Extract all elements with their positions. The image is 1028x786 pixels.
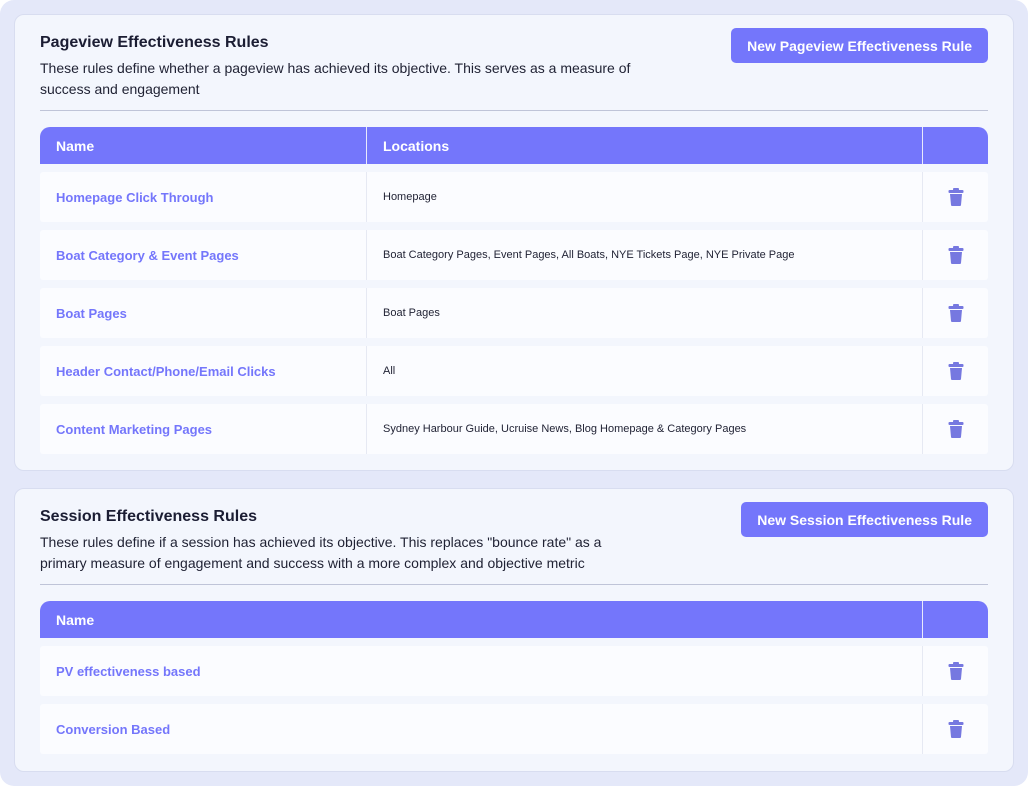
session-rules-table: Name PV effectiveness based Conversion B… bbox=[40, 601, 988, 754]
new-pageview-rule-button[interactable]: New Pageview Effectiveness Rule bbox=[731, 28, 988, 63]
rule-name-link[interactable]: Conversion Based bbox=[56, 722, 170, 737]
rule-locations: Homepage bbox=[383, 191, 437, 203]
rule-name-link[interactable]: PV effectiveness based bbox=[56, 664, 201, 679]
table-header: Name Locations bbox=[40, 127, 988, 164]
trash-icon[interactable] bbox=[948, 420, 964, 438]
rule-name-link[interactable]: Boat Category & Event Pages bbox=[56, 248, 239, 263]
column-header-actions bbox=[922, 127, 988, 164]
trash-icon[interactable] bbox=[948, 304, 964, 322]
table-row: Homepage Click Through Homepage bbox=[40, 172, 988, 222]
table-row: Content Marketing Pages Sydney Harbour G… bbox=[40, 404, 988, 454]
pageview-rules-title: Pageview Effectiveness Rules bbox=[40, 34, 269, 51]
divider bbox=[40, 110, 988, 111]
rule-locations: Boat Pages bbox=[383, 307, 440, 319]
trash-icon[interactable] bbox=[948, 246, 964, 264]
trash-icon[interactable] bbox=[948, 662, 964, 680]
table-header: Name bbox=[40, 601, 988, 638]
column-header-actions bbox=[922, 601, 988, 638]
session-rules-card: Session Effectiveness Rules These rules … bbox=[14, 488, 1014, 772]
rule-name-link[interactable]: Homepage Click Through bbox=[56, 190, 213, 205]
table-row: PV effectiveness based bbox=[40, 646, 988, 696]
trash-icon[interactable] bbox=[948, 362, 964, 380]
table-row: Boat Category & Event Pages Boat Categor… bbox=[40, 230, 988, 280]
trash-icon[interactable] bbox=[948, 720, 964, 738]
column-header-name: Name bbox=[56, 137, 95, 154]
divider bbox=[40, 584, 988, 585]
column-header-name: Name bbox=[56, 611, 95, 628]
pageview-rules-table: Name Locations Homepage Click Through Ho… bbox=[40, 127, 988, 454]
page-background: Pageview Effectiveness Rules These rules… bbox=[0, 0, 1028, 786]
pageview-rules-description: These rules define whether a pageview ha… bbox=[40, 60, 631, 97]
session-rules-description: These rules define if a session has achi… bbox=[40, 534, 602, 571]
rule-name-link[interactable]: Header Contact/Phone/Email Clicks bbox=[56, 364, 276, 379]
session-rules-title: Session Effectiveness Rules bbox=[40, 508, 257, 525]
table-row: Header Contact/Phone/Email Clicks All bbox=[40, 346, 988, 396]
column-header-locations: Locations bbox=[366, 127, 922, 164]
table-row: Conversion Based bbox=[40, 704, 988, 754]
rule-name-link[interactable]: Content Marketing Pages bbox=[56, 422, 212, 437]
trash-icon[interactable] bbox=[948, 188, 964, 206]
rule-locations: Sydney Harbour Guide, Ucruise News, Blog… bbox=[383, 423, 747, 435]
new-session-rule-button[interactable]: New Session Effectiveness Rule bbox=[741, 502, 988, 537]
pageview-rules-card: Pageview Effectiveness Rules These rules… bbox=[14, 14, 1014, 471]
rule-locations: All bbox=[383, 365, 396, 377]
rule-locations: Boat Category Pages, Event Pages, All Bo… bbox=[383, 249, 795, 261]
table-row: Boat Pages Boat Pages bbox=[40, 288, 988, 338]
rule-name-link[interactable]: Boat Pages bbox=[56, 306, 127, 321]
